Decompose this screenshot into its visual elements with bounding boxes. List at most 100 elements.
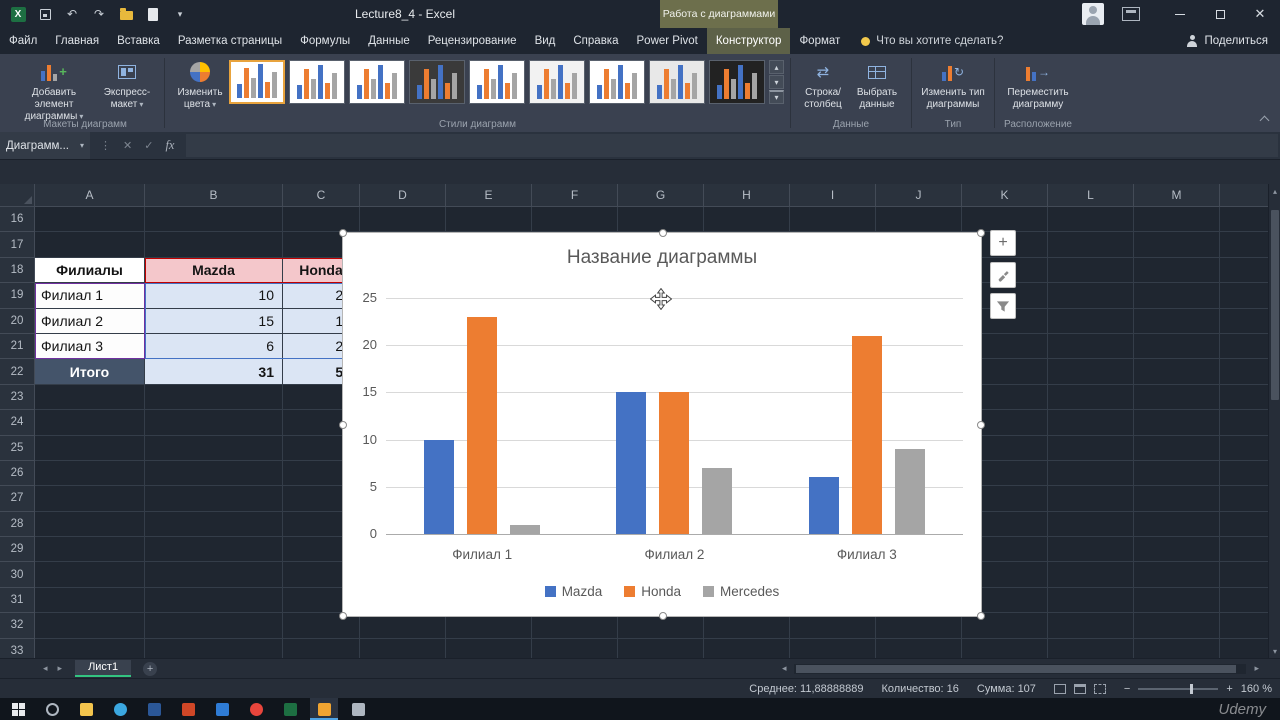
cancel-icon[interactable]: ✕: [123, 139, 132, 152]
cell-E16[interactable]: [446, 207, 532, 232]
close-button[interactable]: ✕: [1240, 0, 1280, 28]
cell-L22[interactable]: [1048, 359, 1134, 384]
tell-me-box[interactable]: Что вы хотите сделать?: [861, 28, 1003, 54]
cell-F16[interactable]: [532, 207, 618, 232]
chart-resize-handle[interactable]: [977, 421, 985, 429]
chart-style-thumbnail[interactable]: [589, 60, 645, 104]
cell-L31[interactable]: [1048, 588, 1134, 613]
cell-A29[interactable]: [35, 537, 145, 562]
cell-H16[interactable]: [704, 207, 790, 232]
cell-B21[interactable]: 6: [145, 334, 283, 359]
cell-L25[interactable]: [1048, 436, 1134, 461]
row-header-18[interactable]: 18: [0, 258, 35, 283]
chart-style-thumbnail[interactable]: [229, 60, 285, 104]
cell-I16[interactable]: [790, 207, 876, 232]
bar-mercedes-3[interactable]: [895, 449, 925, 534]
row-header-32[interactable]: 32: [0, 613, 35, 638]
change-colors-button[interactable]: Изменить цвета▾: [171, 58, 229, 111]
cell-A25[interactable]: [35, 436, 145, 461]
insert-function-button[interactable]: fx: [165, 138, 174, 153]
taskbar-word-icon[interactable]: [140, 698, 168, 720]
legend-item[interactable]: Mercedes: [703, 584, 779, 599]
cell-L16[interactable]: [1048, 207, 1134, 232]
cell-J33[interactable]: [876, 639, 962, 658]
restore-button[interactable]: [1200, 0, 1240, 28]
cell-A33[interactable]: [35, 639, 145, 658]
user-avatar[interactable]: [1082, 3, 1104, 25]
sheet-nav-left-button[interactable]: ◂: [38, 663, 53, 674]
zoom-out-button[interactable]: −: [1124, 683, 1130, 695]
cell-M27[interactable]: [1134, 486, 1220, 511]
legend-item[interactable]: Mazda: [545, 584, 603, 599]
cell-F33[interactable]: [532, 639, 618, 658]
horizontal-scrollbar-thumb[interactable]: [796, 665, 1236, 673]
ribbon-tab-конструктор[interactable]: Конструктор: [707, 28, 791, 54]
cell-n18[interactable]: [1220, 258, 1268, 283]
cell-M19[interactable]: [1134, 283, 1220, 308]
enter-icon[interactable]: ✓: [144, 139, 153, 152]
row-header-21[interactable]: 21: [0, 334, 35, 359]
cell-M24[interactable]: [1134, 410, 1220, 435]
row-header-25[interactable]: 25: [0, 436, 35, 461]
taskbar-outlook-icon[interactable]: [208, 698, 236, 720]
row-header-16[interactable]: 16: [0, 207, 35, 232]
horizontal-scrollbar-track[interactable]: [794, 664, 1246, 674]
cell-n27[interactable]: [1220, 486, 1268, 511]
cell-A26[interactable]: [35, 461, 145, 486]
cell-A22[interactable]: Итого: [35, 359, 145, 384]
cell-L20[interactable]: [1048, 309, 1134, 334]
column-header-L[interactable]: L: [1048, 184, 1134, 207]
sheet-nav-right-button[interactable]: ▸: [53, 663, 68, 674]
cell-n30[interactable]: [1220, 562, 1268, 587]
ribbon-tab-разметка-страницы[interactable]: Разметка страницы: [169, 28, 291, 54]
cell-B18[interactable]: Mazda: [145, 258, 283, 283]
column-header-C[interactable]: C: [283, 184, 360, 207]
column-header-B[interactable]: B: [145, 184, 283, 207]
cell-F32[interactable]: [532, 613, 618, 638]
scroll-up-button[interactable]: ▴: [1269, 184, 1280, 198]
cell-L17[interactable]: [1048, 232, 1134, 257]
horizontal-scrollbar[interactable]: ◂ ▸: [777, 663, 1264, 674]
row-header-17[interactable]: 17: [0, 232, 35, 257]
chart-resize-handle[interactable]: [977, 612, 985, 620]
cell-A30[interactable]: [35, 562, 145, 587]
column-header-H[interactable]: H: [704, 184, 790, 207]
cell-B16[interactable]: [145, 207, 283, 232]
cell-G33[interactable]: [618, 639, 704, 658]
ribbon-tab-данные[interactable]: Данные: [359, 28, 419, 54]
row-header-20[interactable]: 20: [0, 309, 35, 334]
cell-B26[interactable]: [145, 461, 283, 486]
cell-B19[interactable]: 10: [145, 283, 283, 308]
cell-M33[interactable]: [1134, 639, 1220, 658]
move-chart-button[interactable]: → Переместить диаграмму: [1001, 58, 1075, 111]
cell-A20[interactable]: Филиал 2: [35, 309, 145, 334]
cell-n33[interactable]: [1220, 639, 1268, 658]
bar-mercedes-1[interactable]: [510, 525, 540, 534]
cell-A31[interactable]: [35, 588, 145, 613]
cell-I32[interactable]: [790, 613, 876, 638]
bar-honda-3[interactable]: [852, 336, 882, 534]
cell-M16[interactable]: [1134, 207, 1220, 232]
cell-B24[interactable]: [145, 410, 283, 435]
cell-E33[interactable]: [446, 639, 532, 658]
cell-M17[interactable]: [1134, 232, 1220, 257]
cell-M25[interactable]: [1134, 436, 1220, 461]
legend-item[interactable]: Honda: [624, 584, 681, 599]
cell-M26[interactable]: [1134, 461, 1220, 486]
taskbar-edge-icon[interactable]: [106, 698, 134, 720]
bar-mercedes-2[interactable]: [702, 468, 732, 534]
cell-K33[interactable]: [962, 639, 1048, 658]
scroll-right-button[interactable]: ▸: [1249, 663, 1264, 674]
chart-resize-handle[interactable]: [977, 229, 985, 237]
cell-B30[interactable]: [145, 562, 283, 587]
cell-M22[interactable]: [1134, 359, 1220, 384]
minimize-button[interactable]: [1160, 0, 1200, 28]
cell-B25[interactable]: [145, 436, 283, 461]
column-header-G[interactable]: G: [618, 184, 704, 207]
bar-mazda-1[interactable]: [424, 440, 454, 534]
cell-B31[interactable]: [145, 588, 283, 613]
cell-C32[interactable]: [283, 613, 360, 638]
taskbar-file-explorer-icon[interactable]: [72, 698, 100, 720]
ribbon-tab-главная[interactable]: Главная: [46, 28, 108, 54]
taskbar-chrome-icon[interactable]: [242, 698, 270, 720]
